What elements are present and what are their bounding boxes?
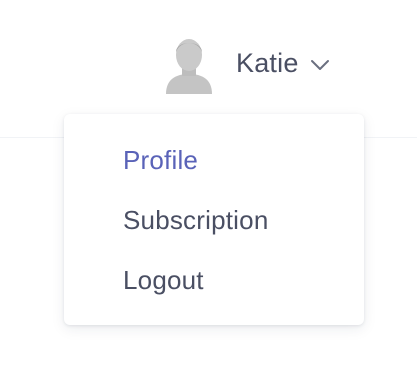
- user-dropdown-menu: Profile Subscription Logout: [64, 114, 364, 325]
- user-menu-toggle[interactable]: Katie: [158, 30, 348, 96]
- user-avatar-icon: [158, 32, 220, 94]
- menu-item-subscription[interactable]: Subscription: [123, 205, 268, 236]
- page: Katie Profile Subscription Logout: [0, 0, 417, 377]
- menu-item-logout[interactable]: Logout: [123, 265, 204, 296]
- user-name: Katie: [236, 47, 299, 78]
- chevron-down-icon[interactable]: [309, 54, 331, 76]
- menu-item-profile[interactable]: Profile: [123, 145, 198, 176]
